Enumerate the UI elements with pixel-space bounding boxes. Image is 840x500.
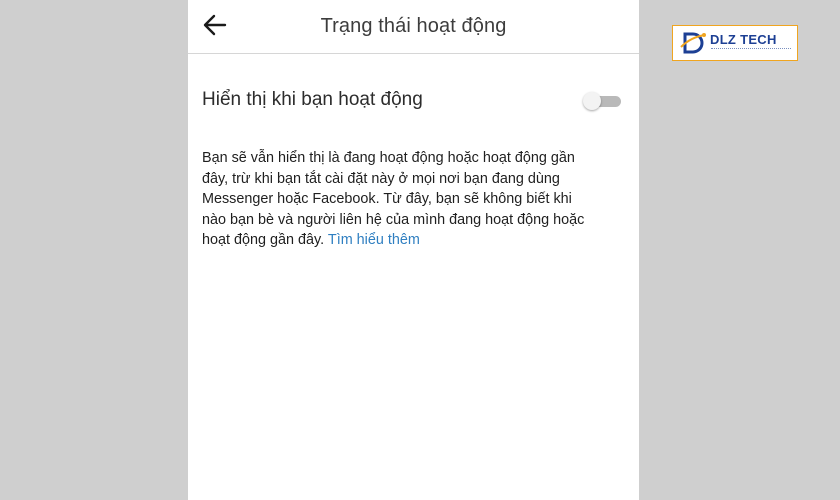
logo-text: DLZ TECH: [710, 32, 777, 47]
description-text: Bạn sẽ vẫn hiển thị là đang hoạt động ho…: [202, 148, 632, 251]
description-line: nào bạn bè và người liên hệ của mình đan…: [202, 211, 585, 228]
dlz-logo-mark-icon: [680, 32, 706, 54]
description-last-line: hoạt động gần đây. Tìm hiểu thêm: [202, 230, 632, 251]
page-title: Trạng thái hoạt động: [320, 15, 507, 37]
learn-more-link[interactable]: Tìm hiểu thêm: [328, 232, 420, 248]
setting-label: Hiển thị khi bạn hoạt động: [202, 89, 423, 110]
dlz-tech-logo: DLZ TECH: [672, 25, 798, 61]
active-status-toggle[interactable]: [583, 92, 621, 110]
toggle-thumb: [583, 92, 601, 110]
app-header: Trạng thái hoạt động: [188, 0, 639, 54]
description-line: Bạn sẽ vẫn hiển thị là đang hoạt động ho…: [202, 150, 575, 166]
logo-tagline-decoration: [711, 48, 791, 52]
description-line: hoạt động gần đây.: [202, 232, 328, 248]
description-line: đây, trừ khi bạn tắt cài đặt này ở mọi n…: [202, 170, 560, 187]
active-status-setting-row[interactable]: Hiển thị khi bạn hoạt động: [188, 78, 639, 122]
description-line: Messenger hoặc Facebook. Từ đây, bạn sẽ …: [202, 191, 572, 207]
phone-screen: Trạng thái hoạt động Hiển thị khi bạn ho…: [188, 0, 639, 500]
